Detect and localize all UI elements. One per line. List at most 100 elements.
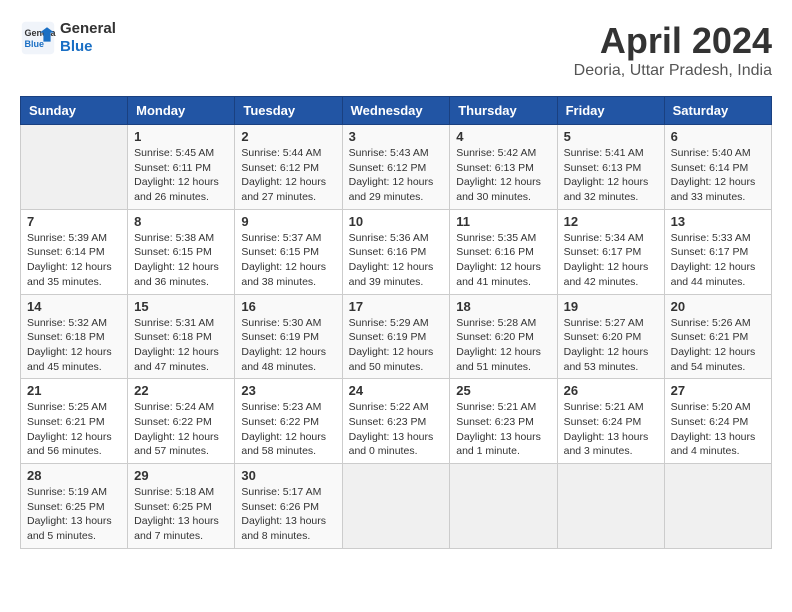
day-info: Sunrise: 5:18 AM Sunset: 6:25 PM Dayligh… <box>134 485 228 544</box>
calendar-cell: 15 Sunrise: 5:31 AM Sunset: 6:18 PM Dayli… <box>128 294 235 379</box>
day-number: 30 <box>241 468 335 483</box>
day-number: 1 <box>134 129 228 144</box>
logo: General Blue General Blue <box>20 20 116 56</box>
header: General Blue General Blue April 2024 Deo… <box>20 20 772 80</box>
day-info: Sunrise: 5:21 AM Sunset: 6:24 PM Dayligh… <box>564 400 658 459</box>
calendar-cell: 23Sunrise: 5:23 AM Sunset: 6:22 PM Dayli… <box>235 379 342 464</box>
calendar-cell <box>664 464 771 549</box>
calendar-cell: 3 Sunrise: 5:43 AM Sunset: 6:12 PM Daylig… <box>342 125 450 210</box>
day-info: Sunrise: 5:27 AM Sunset: 6:20 PM Dayligh… <box>564 316 658 375</box>
day-number: 25 <box>456 383 550 398</box>
day-info: Sunrise: 5:22 AM Sunset: 6:23 PM Dayligh… <box>349 400 444 459</box>
logo-general: General <box>60 20 116 38</box>
day-info: Sunrise: 5:17 AM Sunset: 6:26 PM Dayligh… <box>241 485 335 544</box>
day-number: 8 <box>134 214 228 229</box>
calendar-cell: 10 Sunrise: 5:36 AM Sunset: 6:16 PM Dayli… <box>342 209 450 294</box>
day-info: Sunrise: 5:28 AM Sunset: 6:20 PM Dayligh… <box>456 316 550 375</box>
day-number: 9 <box>241 214 335 229</box>
day-number: 28 <box>27 468 121 483</box>
calendar-cell: 21Sunrise: 5:25 AM Sunset: 6:21 PM Dayli… <box>21 379 128 464</box>
day-info: Sunrise: 5:30 AM Sunset: 6:19 PM Dayligh… <box>241 316 335 375</box>
day-number: 22 <box>134 383 228 398</box>
weekday-header: Sunday <box>21 97 128 125</box>
day-number: 10 <box>349 214 444 229</box>
day-info: Sunrise: 5:32 AM Sunset: 6:18 PM Dayligh… <box>27 316 121 375</box>
day-info: Sunrise: 5:31 AM Sunset: 6:18 PM Dayligh… <box>134 316 228 375</box>
day-number: 27 <box>671 383 765 398</box>
day-info: Sunrise: 5:20 AM Sunset: 6:24 PM Dayligh… <box>671 400 765 459</box>
day-info: Sunrise: 5:36 AM Sunset: 6:16 PM Dayligh… <box>349 231 444 290</box>
calendar-cell <box>21 125 128 210</box>
calendar-cell: 6 Sunrise: 5:40 AM Sunset: 6:14 PM Daylig… <box>664 125 771 210</box>
calendar-cell: 7Sunrise: 5:39 AM Sunset: 6:14 PM Daylig… <box>21 209 128 294</box>
day-info: Sunrise: 5:41 AM Sunset: 6:13 PM Dayligh… <box>564 146 658 205</box>
calendar-cell: 4 Sunrise: 5:42 AM Sunset: 6:13 PM Daylig… <box>450 125 557 210</box>
day-number: 19 <box>564 299 658 314</box>
day-number: 6 <box>671 129 765 144</box>
calendar-cell: 2Sunrise: 5:44 AM Sunset: 6:12 PM Daylig… <box>235 125 342 210</box>
day-info: Sunrise: 5:24 AM Sunset: 6:22 PM Dayligh… <box>134 400 228 459</box>
day-info: Sunrise: 5:35 AM Sunset: 6:16 PM Dayligh… <box>456 231 550 290</box>
calendar-cell: 17 Sunrise: 5:29 AM Sunset: 6:19 PM Dayli… <box>342 294 450 379</box>
calendar-cell: 5Sunrise: 5:41 AM Sunset: 6:13 PM Daylig… <box>557 125 664 210</box>
svg-text:Blue: Blue <box>25 39 45 49</box>
weekday-header: Monday <box>128 97 235 125</box>
day-info: Sunrise: 5:43 AM Sunset: 6:12 PM Dayligh… <box>349 146 444 205</box>
day-info: Sunrise: 5:42 AM Sunset: 6:13 PM Dayligh… <box>456 146 550 205</box>
day-number: 15 <box>134 299 228 314</box>
day-info: Sunrise: 5:19 AM Sunset: 6:25 PM Dayligh… <box>27 485 121 544</box>
day-info: Sunrise: 5:29 AM Sunset: 6:19 PM Dayligh… <box>349 316 444 375</box>
logo-blue: Blue <box>60 38 116 56</box>
calendar-cell: 12Sunrise: 5:34 AM Sunset: 6:17 PM Dayli… <box>557 209 664 294</box>
calendar-cell: 25 Sunrise: 5:21 AM Sunset: 6:23 PM Dayli… <box>450 379 557 464</box>
day-number: 16 <box>241 299 335 314</box>
weekday-header: Tuesday <box>235 97 342 125</box>
logo-icon: General Blue <box>20 20 56 56</box>
calendar-cell: 8 Sunrise: 5:38 AM Sunset: 6:15 PM Daylig… <box>128 209 235 294</box>
calendar: SundayMondayTuesdayWednesdayThursdayFrid… <box>20 96 772 549</box>
calendar-cell: 11 Sunrise: 5:35 AM Sunset: 6:16 PM Dayli… <box>450 209 557 294</box>
calendar-cell: 22 Sunrise: 5:24 AM Sunset: 6:22 PM Dayli… <box>128 379 235 464</box>
calendar-cell: 28 Sunrise: 5:19 AM Sunset: 6:25 PM Dayli… <box>21 464 128 549</box>
day-info: Sunrise: 5:37 AM Sunset: 6:15 PM Dayligh… <box>241 231 335 290</box>
day-number: 13 <box>671 214 765 229</box>
calendar-week-row: 21Sunrise: 5:25 AM Sunset: 6:21 PM Dayli… <box>21 379 772 464</box>
calendar-cell: 27 Sunrise: 5:20 AM Sunset: 6:24 PM Dayli… <box>664 379 771 464</box>
day-info: Sunrise: 5:40 AM Sunset: 6:14 PM Dayligh… <box>671 146 765 205</box>
calendar-week-row: 28 Sunrise: 5:19 AM Sunset: 6:25 PM Dayli… <box>21 464 772 549</box>
calendar-cell <box>342 464 450 549</box>
day-number: 7 <box>27 214 121 229</box>
day-number: 24 <box>349 383 444 398</box>
month-year: April 2024 <box>574 20 772 62</box>
day-info: Sunrise: 5:33 AM Sunset: 6:17 PM Dayligh… <box>671 231 765 290</box>
day-info: Sunrise: 5:38 AM Sunset: 6:15 PM Dayligh… <box>134 231 228 290</box>
day-number: 21 <box>27 383 121 398</box>
day-info: Sunrise: 5:26 AM Sunset: 6:21 PM Dayligh… <box>671 316 765 375</box>
calendar-cell <box>450 464 557 549</box>
day-number: 11 <box>456 214 550 229</box>
day-number: 18 <box>456 299 550 314</box>
day-number: 29 <box>134 468 228 483</box>
calendar-cell: 20Sunrise: 5:26 AM Sunset: 6:21 PM Dayli… <box>664 294 771 379</box>
day-info: Sunrise: 5:21 AM Sunset: 6:23 PM Dayligh… <box>456 400 550 459</box>
calendar-week-row: 1Sunrise: 5:45 AM Sunset: 6:11 PM Daylig… <box>21 125 772 210</box>
day-number: 12 <box>564 214 658 229</box>
calendar-cell: 19 Sunrise: 5:27 AM Sunset: 6:20 PM Dayli… <box>557 294 664 379</box>
day-number: 4 <box>456 129 550 144</box>
calendar-cell: 14Sunrise: 5:32 AM Sunset: 6:18 PM Dayli… <box>21 294 128 379</box>
calendar-cell: 18 Sunrise: 5:28 AM Sunset: 6:20 PM Dayli… <box>450 294 557 379</box>
svg-text:General: General <box>25 28 57 38</box>
calendar-cell: 26 Sunrise: 5:21 AM Sunset: 6:24 PM Dayli… <box>557 379 664 464</box>
calendar-week-row: 14Sunrise: 5:32 AM Sunset: 6:18 PM Dayli… <box>21 294 772 379</box>
calendar-week-row: 7Sunrise: 5:39 AM Sunset: 6:14 PM Daylig… <box>21 209 772 294</box>
day-number: 3 <box>349 129 444 144</box>
day-number: 17 <box>349 299 444 314</box>
calendar-header-row: SundayMondayTuesdayWednesdayThursdayFrid… <box>21 97 772 125</box>
calendar-cell: 29 Sunrise: 5:18 AM Sunset: 6:25 PM Dayli… <box>128 464 235 549</box>
weekday-header: Thursday <box>450 97 557 125</box>
day-number: 26 <box>564 383 658 398</box>
day-info: Sunrise: 5:23 AM Sunset: 6:22 PM Dayligh… <box>241 400 335 459</box>
day-info: Sunrise: 5:44 AM Sunset: 6:12 PM Dayligh… <box>241 146 335 205</box>
calendar-cell: 1Sunrise: 5:45 AM Sunset: 6:11 PM Daylig… <box>128 125 235 210</box>
calendar-cell: 13 Sunrise: 5:33 AM Sunset: 6:17 PM Dayli… <box>664 209 771 294</box>
